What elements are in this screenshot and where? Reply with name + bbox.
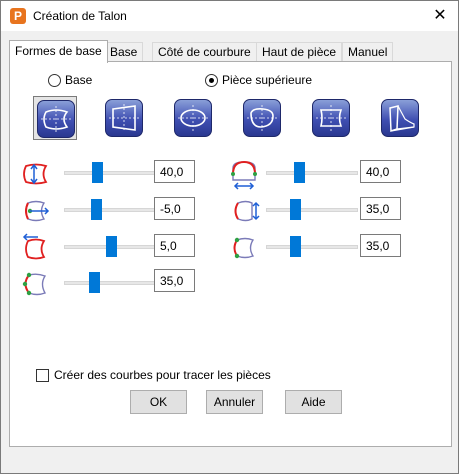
- curve-value-field[interactable]: 35,0: [154, 269, 195, 292]
- slider-thumb[interactable]: [290, 236, 301, 257]
- offset-slider[interactable]: [64, 199, 156, 221]
- shift-slider[interactable]: [64, 236, 156, 258]
- corner-value-field[interactable]: 35,0: [360, 234, 401, 257]
- heel-shape-2-icon: [109, 104, 139, 132]
- heel-curve-icon: [22, 272, 47, 296]
- height-slider[interactable]: [64, 162, 156, 184]
- heel-shape-1-icon: [41, 106, 71, 132]
- tab-haut-de-piece[interactable]: Haut de pièce: [256, 42, 343, 62]
- heel-3d-icon: [389, 105, 415, 133]
- radio-base-circle[interactable]: [48, 74, 61, 87]
- heel-side-icon: [234, 200, 260, 222]
- shape-button-3[interactable]: [171, 96, 215, 140]
- create-curves-label: Créer des courbes pour tracer les pièces: [54, 368, 271, 382]
- width-slider[interactable]: [266, 162, 358, 184]
- heel-width-icon: [231, 160, 257, 190]
- height-value-field[interactable]: 40,0: [154, 160, 195, 183]
- heel-height-icon: [23, 163, 48, 185]
- shape-button-6[interactable]: [378, 96, 422, 140]
- tab-manuel[interactable]: Manuel: [342, 42, 394, 62]
- dialog-window: P Création de Talon ✕ Formes de base Bas…: [0, 0, 459, 474]
- shift-value-field[interactable]: 5,0: [154, 234, 195, 257]
- title-bar[interactable]: P Création de Talon ✕: [1, 1, 458, 31]
- window-title: Création de Talon: [33, 9, 127, 23]
- create-curves-checkbox[interactable]: [36, 369, 49, 382]
- app-logo-icon: P: [10, 8, 26, 24]
- slider-thumb[interactable]: [294, 162, 305, 183]
- shape-button-1[interactable]: [33, 96, 77, 140]
- cancel-button[interactable]: Annuler: [206, 390, 263, 414]
- offset-value-field[interactable]: -5,0: [154, 197, 195, 220]
- tab-cote-de-courbure[interactable]: Côté de courbure: [152, 42, 257, 62]
- help-button[interactable]: Aide: [285, 390, 342, 414]
- heel-corner-icon: [233, 237, 255, 259]
- ok-button[interactable]: OK: [130, 390, 187, 414]
- slider-thumb[interactable]: [89, 272, 100, 293]
- corner-slider[interactable]: [266, 236, 358, 258]
- heel-shape-3-icon: [178, 105, 208, 131]
- shape-button-2[interactable]: [102, 96, 146, 140]
- width-value-field[interactable]: 40,0: [360, 160, 401, 183]
- heel-offset-icon: [25, 200, 50, 222]
- close-icon[interactable]: ✕: [428, 4, 452, 28]
- slider-thumb[interactable]: [290, 199, 301, 220]
- radio-base-label: Base: [65, 73, 93, 87]
- radio-piece-superieure-label: Pièce supérieure: [222, 73, 313, 87]
- curve-slider[interactable]: [64, 272, 156, 294]
- heel-shape-4-icon: [247, 105, 277, 131]
- tab-panel-formes-de-base: Base Pièce supérieure 40,0 -5,0 5,0 35,0…: [9, 61, 452, 447]
- slider-thumb[interactable]: [91, 199, 102, 220]
- tab-formes-de-base[interactable]: Formes de base: [9, 40, 108, 63]
- heel-shift-icon: [22, 233, 46, 260]
- radio-piece-superieure-circle[interactable]: [205, 74, 218, 87]
- shape-button-5[interactable]: [309, 96, 353, 140]
- slider-thumb[interactable]: [92, 162, 103, 183]
- slider-thumb[interactable]: [106, 236, 117, 257]
- tab-base[interactable]: Base: [104, 42, 144, 62]
- side-value-field[interactable]: 35,0: [360, 197, 401, 220]
- shape-button-4[interactable]: [240, 96, 284, 140]
- heel-shape-5-icon: [316, 105, 346, 131]
- side-slider[interactable]: [266, 199, 358, 221]
